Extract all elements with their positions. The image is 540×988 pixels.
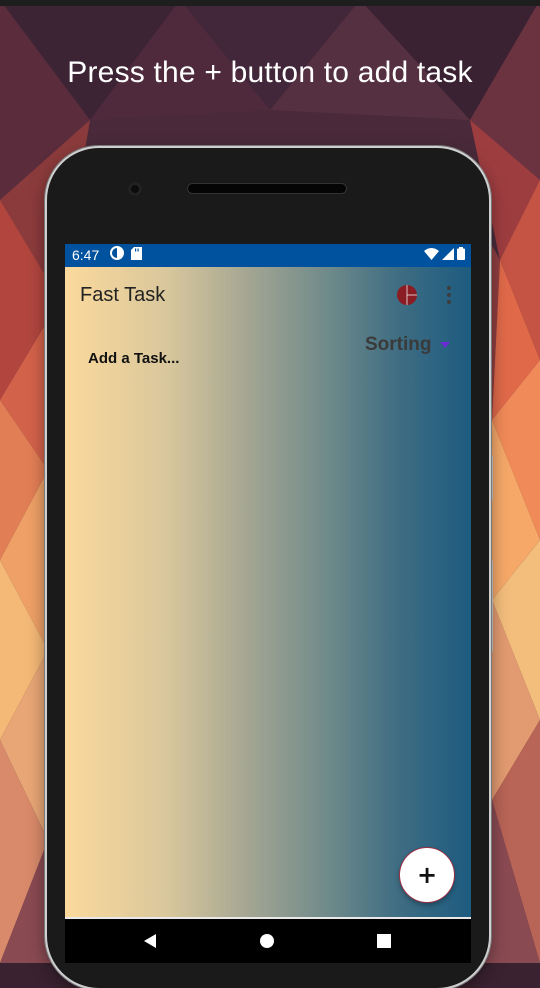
home-icon bbox=[260, 934, 274, 948]
battery-icon bbox=[457, 246, 465, 265]
cell-signal-icon bbox=[442, 247, 454, 265]
plus-icon: + bbox=[416, 861, 438, 889]
home-button[interactable] bbox=[257, 931, 277, 951]
sorting-label: Sorting bbox=[365, 334, 432, 355]
app-title: Fast Task bbox=[80, 284, 166, 306]
menu-dot bbox=[447, 300, 451, 304]
data-saver-icon bbox=[110, 246, 124, 265]
phone-screen: 6:47 Fast Task Add a Task... Sorting + bbox=[65, 244, 471, 963]
status-icons-left bbox=[110, 246, 142, 265]
status-bar: 6:47 bbox=[65, 244, 471, 267]
navigation-bar bbox=[65, 919, 471, 963]
recents-icon bbox=[377, 934, 391, 948]
app-content: Fast Task Sorting + bbox=[65, 267, 471, 917]
instruction-caption: Press the + button to add task bbox=[67, 56, 473, 89]
statistics-button[interactable] bbox=[395, 283, 419, 307]
back-button[interactable] bbox=[140, 931, 160, 951]
status-icons-right bbox=[424, 246, 465, 265]
add-task-input[interactable] bbox=[88, 347, 308, 369]
sorting-dropdown[interactable]: Sorting bbox=[365, 333, 450, 357]
pie-chart-icon bbox=[397, 285, 417, 305]
dropdown-arrow-icon bbox=[439, 342, 450, 348]
menu-dot bbox=[447, 293, 451, 297]
status-time: 6:47 bbox=[72, 247, 100, 263]
back-icon bbox=[144, 934, 156, 948]
front-camera bbox=[128, 182, 142, 196]
phone-side-button bbox=[489, 455, 493, 501]
wifi-icon bbox=[424, 247, 439, 265]
overflow-menu-icon bbox=[447, 286, 451, 290]
add-task-fab[interactable]: + bbox=[400, 848, 454, 902]
recents-button[interactable] bbox=[374, 931, 394, 951]
top-edge-strip bbox=[0, 0, 540, 6]
overflow-menu-button[interactable] bbox=[439, 283, 459, 307]
sd-card-icon bbox=[131, 246, 142, 265]
phone-volume-button bbox=[489, 560, 493, 652]
earpiece-speaker bbox=[188, 184, 346, 193]
